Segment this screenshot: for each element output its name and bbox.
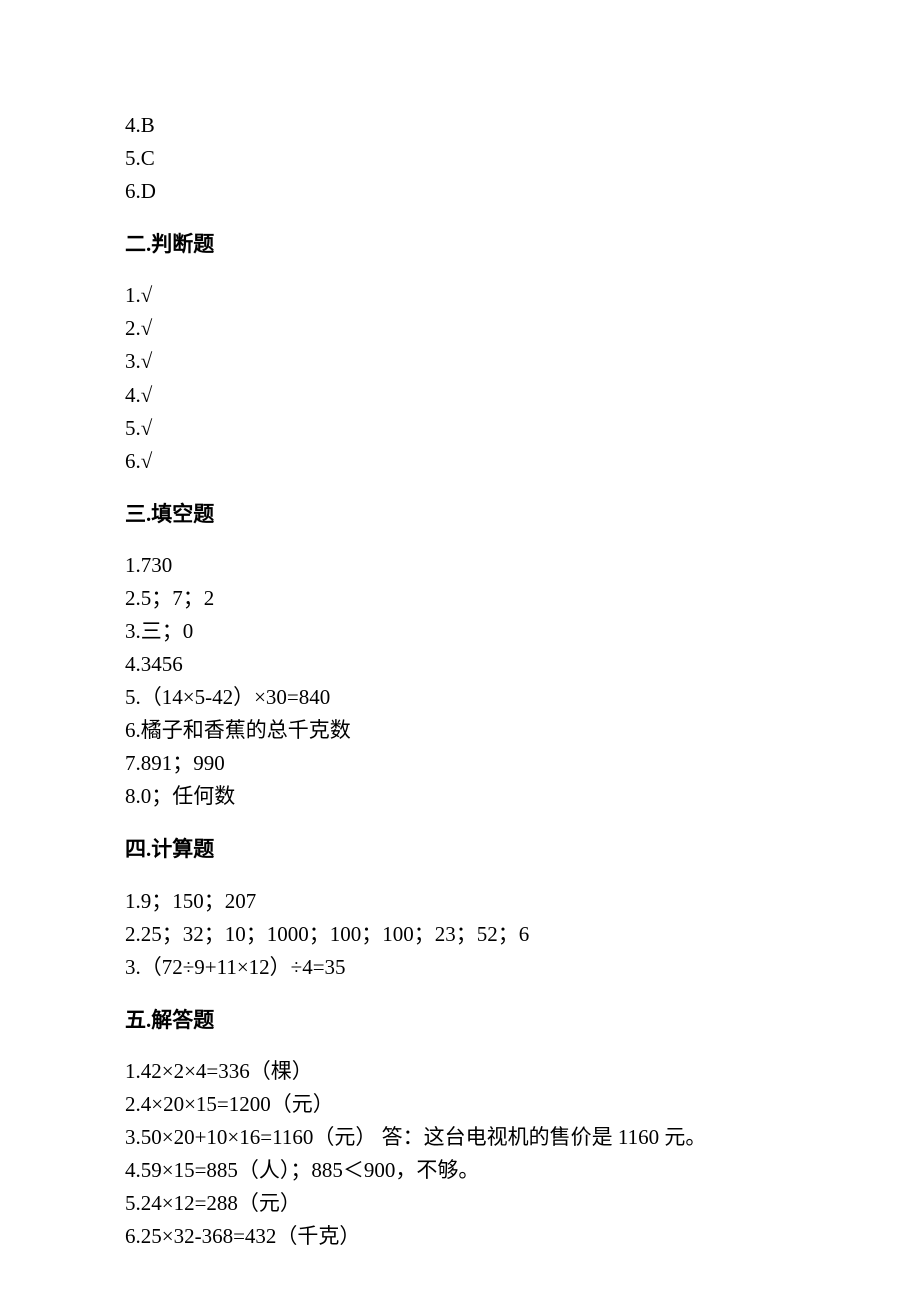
answer-item: 2.5；7；2 — [125, 583, 795, 614]
section-4-heading: 四.计算题 — [125, 834, 795, 865]
answer-item: 6.√ — [125, 446, 795, 477]
section-2-answers: 1.√ 2.√ 3.√ 4.√ 5.√ 6.√ — [125, 280, 795, 476]
answer-item: 1.9；150；207 — [125, 886, 795, 917]
answer-item: 1.42×2×4=336（棵） — [125, 1056, 795, 1087]
answer-item: 4.B — [125, 110, 795, 141]
answer-item: 3.三；0 — [125, 616, 795, 647]
section-5-heading: 五.解答题 — [125, 1005, 795, 1036]
answer-item: 4.3456 — [125, 649, 795, 680]
answer-item: 2.√ — [125, 313, 795, 344]
answer-item: 5.24×12=288（元） — [125, 1188, 795, 1219]
section-3-answers: 1.730 2.5；7；2 3.三；0 4.3456 5.（14×5-42）×3… — [125, 550, 795, 813]
answer-item: 5.√ — [125, 413, 795, 444]
answer-item: 6.橘子和香蕉的总千克数 — [125, 715, 795, 746]
answer-item: 7.891；990 — [125, 748, 795, 779]
answer-item: 3.（72÷9+11×12）÷4=35 — [125, 952, 795, 983]
section-5-answers: 1.42×2×4=336（棵） 2.4×20×15=1200（元） 3.50×2… — [125, 1056, 795, 1252]
answer-item: 2.25；32；10；1000；100；100；23；52；6 — [125, 919, 795, 950]
section-2-heading: 二.判断题 — [125, 229, 795, 260]
answer-item: 4.√ — [125, 380, 795, 411]
answer-item: 1.√ — [125, 280, 795, 311]
section-4-answers: 1.9；150；207 2.25；32；10；1000；100；100；23；5… — [125, 886, 795, 983]
section-1-remaining-answers: 4.B 5.C 6.D — [125, 110, 795, 207]
answer-item: 6.D — [125, 176, 795, 207]
section-3-heading: 三.填空题 — [125, 499, 795, 530]
answer-item: 2.4×20×15=1200（元） — [125, 1089, 795, 1120]
answer-item: 8.0；任何数 — [125, 781, 795, 812]
answer-item: 1.730 — [125, 550, 795, 581]
answer-item: 3.50×20+10×16=1160（元） 答：这台电视机的售价是 1160 元… — [125, 1122, 795, 1153]
answer-item: 5.C — [125, 143, 795, 174]
answer-item: 6.25×32-368=432（千克） — [125, 1221, 795, 1252]
answer-item: 5.（14×5-42）×30=840 — [125, 682, 795, 713]
answer-item: 4.59×15=885（人）；885＜900，不够。 — [125, 1155, 795, 1186]
answer-item: 3.√ — [125, 346, 795, 377]
